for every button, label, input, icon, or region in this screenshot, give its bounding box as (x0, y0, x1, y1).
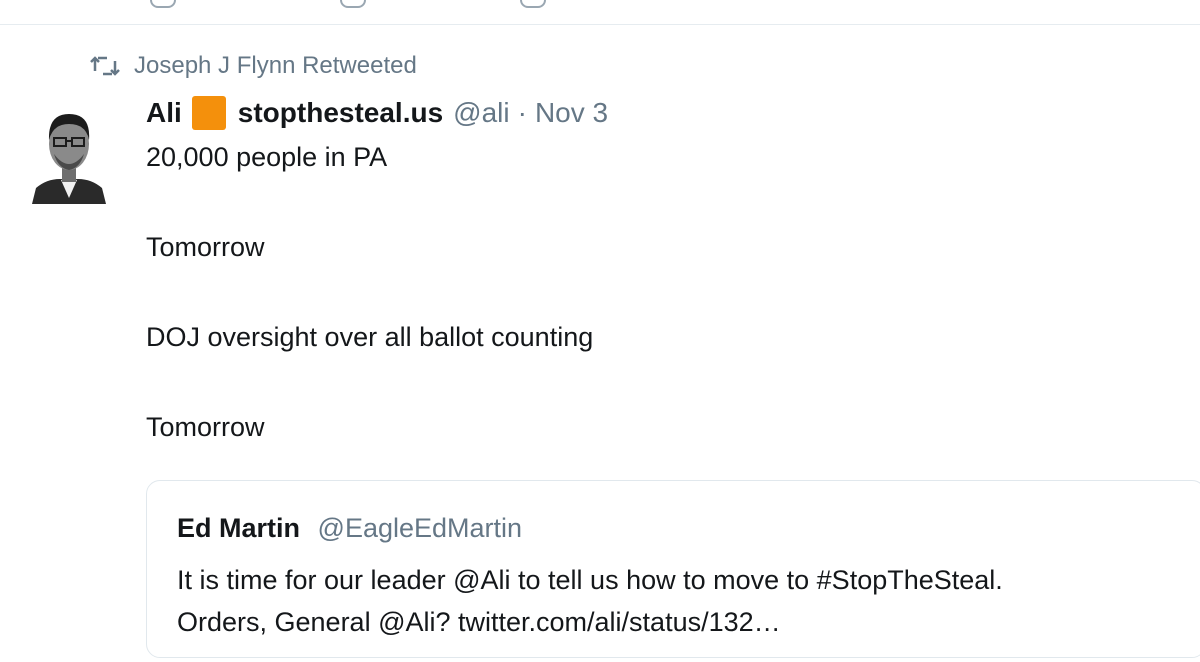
separator-dot: · (517, 97, 527, 128)
tweet-date[interactable]: Nov 3 (535, 94, 608, 132)
quoted-tweet-card[interactable]: Ed Martin @EagleEdMartin It is time for … (146, 480, 1200, 658)
retweeted-by-label: Joseph J Flynn Retweeted (134, 52, 417, 79)
tweet[interactable]: Ali stopthesteal.us @ali · Nov 3 20,000 … (146, 94, 1196, 442)
tweet-paragraph: Tomorrow (146, 412, 265, 442)
quoted-user-handle: @EagleEdMartin (317, 513, 523, 543)
retweet-icon (90, 54, 120, 78)
like-icon[interactable] (340, 0, 366, 8)
quoted-tweet-header: Ed Martin @EagleEdMartin (177, 511, 1200, 545)
share-icon[interactable] (520, 0, 546, 8)
tweet-paragraph: Tomorrow (146, 232, 265, 262)
avatar-photo (30, 100, 108, 204)
quoted-tweet-text: It is time for our leader @Ali to tell u… (177, 559, 1200, 643)
avatar[interactable] (30, 100, 108, 204)
user-handle[interactable]: @ali (453, 94, 509, 132)
orange-square-emoji (191, 96, 226, 130)
reply-icon[interactable] (150, 0, 176, 8)
quoted-display-name: Ed Martin (177, 513, 301, 543)
previous-tweet-action-bar (0, 0, 1200, 25)
tweet-paragraph: DOJ oversight over all ballot counting (146, 322, 594, 352)
retweet-context[interactable]: Joseph J Flynn Retweeted (90, 52, 417, 80)
display-name[interactable]: Ali (146, 94, 182, 132)
tweet-header: Ali stopthesteal.us @ali · Nov 3 (146, 94, 1196, 132)
quoted-text-line: Orders, General @Ali? twitter.com/ali/st… (177, 607, 781, 637)
site-name[interactable]: stopthesteal.us (238, 94, 443, 132)
tweet-paragraph: 20,000 people in PA (146, 142, 388, 172)
tweet-text: 20,000 people in PA Tomorrow DOJ oversig… (146, 142, 1196, 442)
quoted-text-line: It is time for our leader @Ali to tell u… (177, 565, 1003, 595)
